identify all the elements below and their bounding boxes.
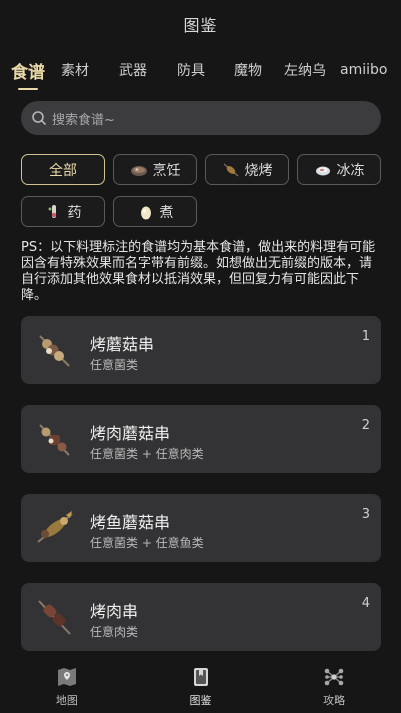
recipe-name: 烤鱼蘑菇串 bbox=[90, 513, 171, 532]
nav-guide[interactable]: 攻略 bbox=[267, 655, 401, 713]
recipe-name: 烤肉蘑菇串 bbox=[90, 424, 171, 443]
recipe-ingredients: 任意菌类 + 任意肉类 bbox=[90, 447, 204, 461]
recipe-card[interactable]: 烤肉蘑菇串 任意菌类 + 任意肉类 2 bbox=[21, 405, 381, 473]
recipe-name: 烤蘑菇串 bbox=[90, 335, 155, 354]
tab-materials[interactable]: 素材 bbox=[61, 60, 119, 80]
search-placeholder: 搜索食谱~ bbox=[52, 112, 115, 128]
filter-medicine-chip[interactable]: 药 bbox=[21, 196, 105, 227]
meat-skewer-icon bbox=[38, 600, 71, 635]
cooking-pot-icon bbox=[130, 165, 147, 176]
filter-all-label: 全部 bbox=[49, 162, 77, 179]
filter-all-chip[interactable]: 全部 bbox=[21, 154, 105, 185]
header: 图鉴 bbox=[0, 0, 401, 48]
recipe-number: 4 bbox=[361, 596, 370, 611]
page-title: 图鉴 bbox=[183, 16, 218, 35]
meat-mushroom-skewer-icon bbox=[39, 424, 70, 456]
bottom-navigation: 地图 图鉴 攻略 bbox=[0, 655, 401, 713]
guide-icon bbox=[324, 668, 344, 686]
search-input[interactable]: 搜索食谱~ bbox=[21, 101, 381, 135]
map-icon bbox=[57, 668, 76, 686]
medicine-icon bbox=[48, 204, 56, 218]
frozen-icon bbox=[315, 166, 330, 175]
egg-icon bbox=[140, 206, 151, 219]
nav-compendium[interactable]: 图鉴 bbox=[134, 655, 268, 713]
recipe-ingredients: 任意菌类 bbox=[90, 358, 139, 372]
filter-medicine-label: 药 bbox=[67, 204, 82, 221]
filter-boil-chip[interactable]: 煮 bbox=[113, 196, 197, 227]
recipe-card[interactable]: 烤蘑菇串 任意菌类 1 bbox=[21, 316, 381, 384]
nav-map[interactable]: 地图 bbox=[0, 655, 134, 713]
book-icon bbox=[193, 668, 208, 686]
recipe-card[interactable]: 烤鱼蘑菇串 任意菌类 + 任意鱼类 3 bbox=[21, 494, 381, 562]
tab-weapons[interactable]: 武器 bbox=[119, 60, 177, 80]
tab-recipes[interactable]: 食谱 bbox=[11, 58, 61, 83]
filter-roast-label: 烧烤 bbox=[244, 162, 273, 179]
recipe-number: 1 bbox=[361, 329, 370, 344]
nav-compendium-label: 图鉴 bbox=[189, 694, 212, 707]
tab-armor[interactable]: 防具 bbox=[177, 60, 234, 80]
filter-frozen-chip[interactable]: 冰冻 bbox=[297, 154, 381, 185]
fish-mushroom-skewer-icon bbox=[37, 511, 73, 543]
tab-monsters[interactable]: 魔物 bbox=[234, 60, 284, 80]
recipe-notice: PS：以下料理标注的食谱均为基本食谱，做出来的料理有可能因含有特殊效果而名字带有… bbox=[21, 240, 376, 303]
active-tab-indicator bbox=[18, 88, 38, 90]
recipe-card[interactable]: 烤肉串 任意肉类 4 bbox=[21, 583, 381, 651]
nav-map-label: 地图 bbox=[55, 694, 78, 707]
mushroom-skewer-icon bbox=[39, 335, 70, 367]
recipe-name: 烤肉串 bbox=[90, 602, 139, 621]
app: 图鉴 食谱 素材 武器 防具 魔物 左纳乌 amiibo 搜索食谱~ 全部 烹饪 bbox=[0, 0, 401, 713]
tab-zonai[interactable]: 左纳乌 bbox=[284, 60, 340, 80]
filter-frozen-label: 冰冻 bbox=[336, 162, 365, 179]
filter-boil-label: 煮 bbox=[159, 204, 174, 221]
tab-amiibo[interactable]: amiibo bbox=[340, 62, 387, 78]
filter-roast-chip[interactable]: 烧烤 bbox=[205, 154, 289, 185]
filter-cooking-chip[interactable]: 烹饪 bbox=[113, 154, 197, 185]
recipe-number: 3 bbox=[361, 507, 370, 522]
category-tabs: 食谱 素材 武器 防具 魔物 左纳乌 amiibo bbox=[0, 48, 401, 92]
search-icon bbox=[32, 111, 46, 125]
recipe-ingredients: 任意肉类 bbox=[90, 625, 139, 639]
recipe-ingredients: 任意菌类 + 任意鱼类 bbox=[90, 536, 204, 550]
roast-icon bbox=[223, 162, 238, 177]
nav-guide-label: 攻略 bbox=[323, 694, 346, 707]
filter-cooking-label: 烹饪 bbox=[152, 162, 181, 179]
recipe-number: 2 bbox=[361, 418, 370, 433]
